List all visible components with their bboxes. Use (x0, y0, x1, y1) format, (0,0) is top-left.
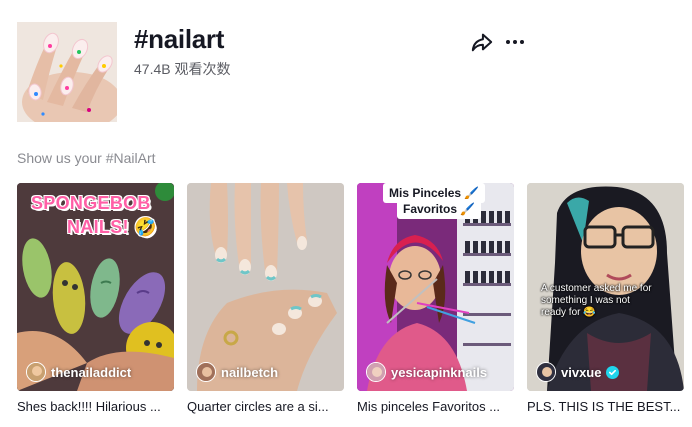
author-name: thenailaddict (51, 364, 132, 380)
avatar (536, 362, 556, 382)
verified-badge-icon (606, 365, 620, 379)
video-author[interactable]: yesicapinknails (366, 362, 487, 382)
video-card[interactable]: SPONGEBOB NAILS! 🤣 thenailaddict Shes ba… (17, 183, 174, 414)
video-thumbnail[interactable]: SPONGEBOB NAILS! 🤣 thenailaddict (17, 183, 174, 391)
hashtag-header: #nailart 47.4B 观看次数 (17, 22, 677, 122)
author-name: nailbetch (221, 364, 279, 380)
author-name: yesicapinknails (391, 364, 488, 380)
avatar (26, 362, 46, 382)
video-overlay-text: Favoritos 🖌️ (397, 199, 482, 219)
hashtag-cover-image (17, 22, 117, 122)
video-author[interactable]: nailbetch (196, 362, 278, 382)
video-card[interactable]: A customer asked me for something I was … (527, 183, 684, 414)
video-thumbnail[interactable]: Mis Pinceles 🖌️ Favoritos 🖌️ yesicapinkn… (357, 183, 514, 391)
share-icon (471, 33, 493, 52)
video-overlay-text: something I was not (541, 295, 630, 306)
video-overlay-text: SPONGEBOB (31, 193, 151, 213)
hashtag-view-count: 47.4B 观看次数 (134, 61, 231, 77)
video-card[interactable]: Mis Pinceles 🖌️ Favoritos 🖌️ yesicapinkn… (357, 183, 514, 414)
more-icon (506, 40, 524, 44)
video-overlay-text: NAILS! 🤣 (67, 217, 157, 237)
video-author[interactable]: vivxue (536, 362, 620, 382)
video-caption[interactable]: Shes back!!!! Hilarious ... (17, 399, 174, 414)
more-options-button[interactable] (504, 32, 526, 52)
share-button[interactable] (471, 31, 493, 53)
video-caption[interactable]: Mis pinceles Favoritos ... (357, 399, 514, 414)
video-caption[interactable]: Quarter circles are a si... (187, 399, 344, 414)
video-overlay-text: A customer asked me for (541, 283, 652, 294)
avatar (366, 362, 386, 382)
video-thumbnail[interactable]: A customer asked me for something I was … (527, 183, 684, 391)
video-thumbnail[interactable]: nailbetch (187, 183, 344, 391)
section-label: Show us your #NailArt (17, 150, 156, 166)
video-author[interactable]: thenailaddict (26, 362, 131, 382)
video-grid: SPONGEBOB NAILS! 🤣 thenailaddict Shes ba… (17, 183, 687, 423)
video-caption[interactable]: PLS. THIS IS THE BEST... (527, 399, 684, 414)
video-card[interactable]: nailbetch Quarter circles are a si... (187, 183, 344, 414)
author-name: vivxue (561, 364, 602, 380)
avatar (196, 362, 216, 382)
video-overlay-text: ready for 😂 (541, 307, 596, 318)
hashtag-title: #nailart (134, 24, 225, 54)
